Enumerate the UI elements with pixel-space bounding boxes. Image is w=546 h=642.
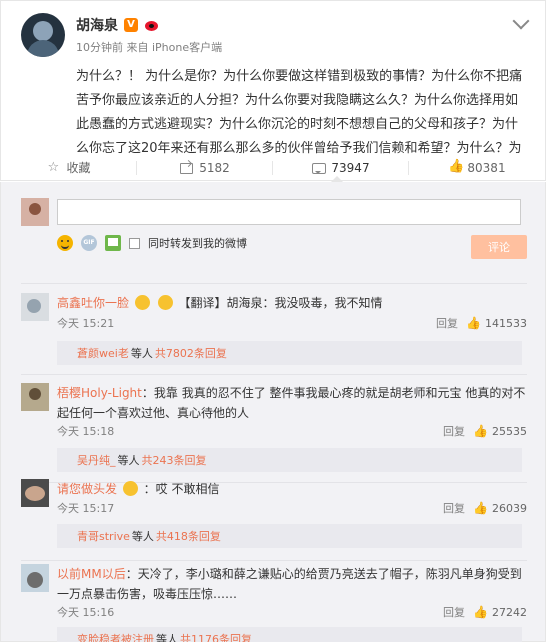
comment-like-button[interactable]: 26039 [473,501,527,515]
comment-text: 以前MM以后：天冷了，李小璐和薛之谦贴心的给贾乃亮送去了帽子，陈羽凡单身狗受到一… [57,564,527,604]
comment-body: ：天冷了，李小璐和薛之谦贴心的给贾乃亮送去了帽子，陈羽凡单身狗受到一万点暴击伤害… [57,567,522,601]
reply-count[interactable]: 共418条回复 [156,528,221,544]
comment-author[interactable]: 高鑫吐你一脸 [57,296,129,310]
reply-link[interactable]: 回复 [414,315,458,331]
reply-count[interactable]: 共1176条回复 [180,631,252,642]
comment-time: 今天 15:18 [57,425,115,438]
avatar[interactable] [21,479,49,507]
reply-summary[interactable]: 青哥strive 等人 共418条回复 [57,524,522,548]
reply-summary[interactable]: 蒼颜wei老 等人 共7802条回复 [57,341,522,365]
favorite-button[interactable]: 收藏 [1,155,137,180]
reply-link[interactable]: 回复 [421,500,465,516]
reply-text: 等人 [131,530,154,543]
reply-text: 等人 [130,347,153,360]
comment-time: 今天 15:16 [57,606,115,619]
post-meta: 10分钟前 来自 iPhone客户端 [76,41,223,54]
repost-count: 5182 [199,160,230,175]
favorite-label: 收藏 [66,161,91,175]
submit-comment-button[interactable]: 评论 [471,235,527,259]
repost-option-label: 同时转发到我的微博 [148,237,247,250]
comment-like-button[interactable]: 141533 [466,316,527,330]
comment-meta: 今天 15:16 回复 27242 [57,603,527,621]
reply-summary[interactable]: 变脸稳者被注册 等人 共1176条回复 [57,627,522,642]
thumbs-up-icon [448,159,464,174]
reply-author[interactable]: 变脸稳者被注册 [77,631,154,642]
comment-like-button[interactable]: 25535 [473,424,527,438]
repost-checkbox[interactable] [129,237,140,249]
emoji-icon [122,481,138,496]
avatar[interactable] [21,564,49,592]
weibo-post: 胡海泉 V 10分钟前 来自 iPhone客户端 为什么？！ 为什么是你？为什么… [0,0,546,180]
comment-meta: 今天 15:18 回复 25535 [57,422,527,440]
comment-icon [312,162,327,174]
comment-text: 请您做头发 ：哎 不敢相信 [57,479,527,499]
divider [21,560,527,561]
reply-author[interactable]: 青哥strive [77,528,130,544]
comment-text: 高鑫吐你一脸 【翻译】胡海泉：我没吸毒，我不知情 [57,293,527,313]
gif-icon[interactable]: GIF [81,235,97,251]
post-actions: 收藏 5182 73947 80381 [0,155,546,181]
author-name[interactable]: 胡海泉 [76,15,118,35]
comment-author[interactable]: 请您做头发 [57,482,117,496]
chevron-down-icon[interactable] [512,12,530,30]
emoji-icon [134,295,150,310]
repost-button[interactable]: 5182 [137,155,273,180]
reply-link[interactable]: 回复 [421,604,465,620]
comment-input[interactable] [57,199,521,225]
avatar[interactable] [21,293,49,321]
reply-link[interactable]: 回复 [421,423,465,439]
reply-author[interactable]: 吴丹纯_ [77,452,116,468]
comment-composer: GIF 同时转发到我的微博 评论 [21,198,527,284]
divider [21,374,527,375]
like-button[interactable]: 80381 [409,155,545,180]
verified-badge-icon: V [124,18,138,32]
emoji-icon[interactable] [57,235,73,251]
comment-meta: 今天 15:17 回复 26039 [57,499,527,517]
comments-panel: GIF 同时转发到我的微博 评论 高鑫吐你一脸 【翻译】胡海泉：我没吸毒，我不知… [0,182,546,642]
post-author-row: 胡海泉 V [76,15,162,35]
comment-meta: 今天 15:21 回复 141533 [57,314,527,332]
reply-text: 等人 [156,633,178,642]
reply-summary[interactable]: 吴丹纯_ 等人 共243条回复 [57,448,522,472]
reply-count[interactable]: 共7802条回复 [155,345,227,361]
star-icon [47,160,61,175]
reply-count[interactable]: 共243条回复 [142,452,207,468]
avatar[interactable] [21,13,65,57]
comment-author[interactable]: 梧樱Holy-Light [57,386,142,400]
repost-icon [180,162,194,174]
reply-text: 等人 [117,454,140,467]
comment-body: 【翻译】胡海泉：我没吸毒，我不知情 [178,296,383,310]
avatar[interactable] [21,383,49,411]
comment-like-button[interactable]: 27242 [473,605,527,619]
divider [21,283,527,284]
comment-body: ：哎 不敢相信 [143,482,220,496]
comment-count: 73947 [331,160,370,175]
emoji-icon [157,295,173,310]
comment-time: 今天 15:17 [57,502,115,515]
comment-author[interactable]: 以前MM以后 [57,567,126,581]
comment-time: 今天 15:21 [57,317,115,330]
my-avatar[interactable] [21,198,49,226]
image-icon[interactable] [105,235,121,251]
comment-text: 梧樱Holy-Light：我靠 我真的忍不住了 整件事我最心疼的就是胡老师和元宝… [57,386,526,420]
like-count: 80381 [467,160,506,175]
weibo-icon [144,18,162,32]
reply-author[interactable]: 蒼颜wei老 [77,345,129,361]
composer-tools: GIF 同时转发到我的微博 [57,235,247,251]
